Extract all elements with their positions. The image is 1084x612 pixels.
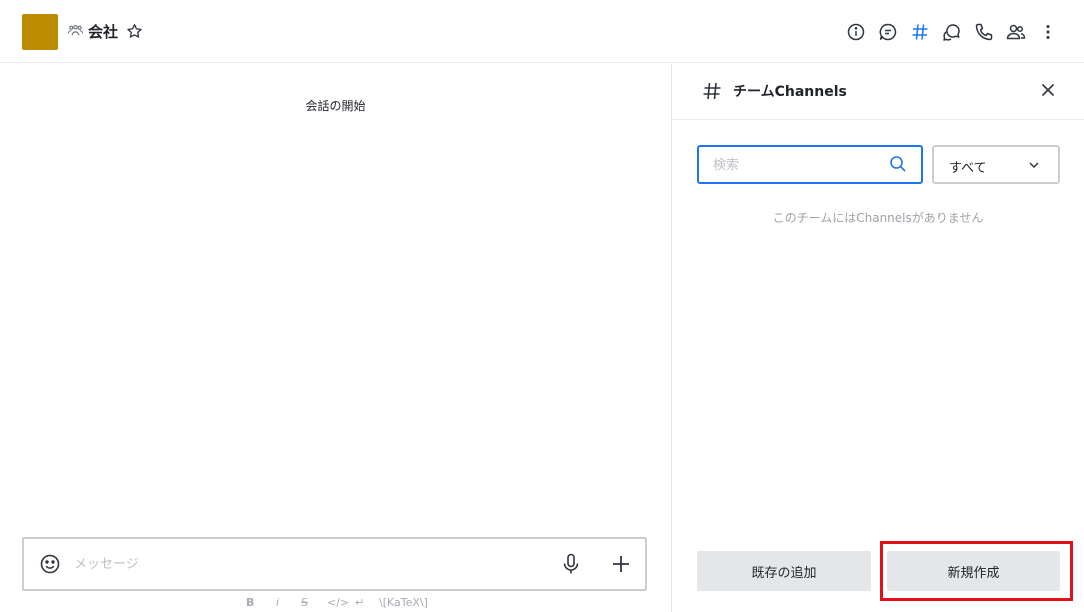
search-input[interactable] xyxy=(713,154,883,176)
conversation-start-text: 会話の開始 xyxy=(305,99,366,113)
room-title: 会社 xyxy=(88,23,119,41)
strike-button[interactable]: S xyxy=(301,595,308,611)
panel-title: チームChannels xyxy=(733,84,847,100)
filter-select[interactable]: すべて xyxy=(932,145,1060,184)
threads-button[interactable] xyxy=(876,20,900,44)
add-existing-button[interactable]: 既存の追加 xyxy=(697,551,871,591)
message-input[interactable] xyxy=(74,549,514,579)
kebab-menu-icon xyxy=(1038,22,1058,42)
info-icon xyxy=(846,22,866,42)
team-channels-panel: チームChannels すべて このチームにはChannelsがありません 既存… xyxy=(672,64,1084,612)
empty-state-text: このチームにはChannelsがありません xyxy=(772,211,984,225)
create-new-button[interactable]: 新規作成 xyxy=(887,551,1060,591)
members-icon xyxy=(1006,22,1026,42)
call-icon xyxy=(974,22,994,42)
info-button[interactable] xyxy=(844,20,868,44)
close-icon[interactable] xyxy=(1038,80,1058,100)
room-header: 会社 xyxy=(0,0,1084,63)
call-button[interactable] xyxy=(972,20,996,44)
threads-icon xyxy=(878,22,898,42)
discussion-button[interactable] xyxy=(940,20,964,44)
room-avatar[interactable] xyxy=(22,14,58,50)
multiline-button[interactable]: ↵ xyxy=(355,595,364,611)
members-button[interactable] xyxy=(1004,20,1028,44)
discussion-icon xyxy=(942,22,962,42)
italic-button[interactable]: i xyxy=(276,595,279,611)
plus-icon[interactable] xyxy=(609,552,633,576)
kebab-menu-button[interactable] xyxy=(1036,20,1060,44)
star-icon[interactable] xyxy=(126,23,143,40)
formatting-toolbar: B i S </> ↵ \[KaTeX\] xyxy=(0,595,671,611)
code-button[interactable]: </> xyxy=(327,595,349,611)
filter-value: すべて xyxy=(949,161,987,176)
search-icon xyxy=(889,155,907,173)
katex-button[interactable]: \[KaTeX\] xyxy=(379,595,428,611)
channels-icon xyxy=(910,22,930,42)
message-composer xyxy=(22,537,647,591)
emoji-icon[interactable] xyxy=(39,553,61,575)
panel-header: チームChannels xyxy=(672,64,1084,120)
channels-button[interactable] xyxy=(908,20,932,44)
team-icon xyxy=(67,23,84,40)
message-area: 会話の開始 B i S </> ↵ \[KaTeX\] xyxy=(0,64,671,612)
microphone-icon[interactable] xyxy=(560,552,582,576)
chevron-down-icon xyxy=(1026,157,1042,173)
bold-button[interactable]: B xyxy=(246,595,254,611)
search-box xyxy=(697,145,923,184)
hash-icon xyxy=(701,80,723,102)
